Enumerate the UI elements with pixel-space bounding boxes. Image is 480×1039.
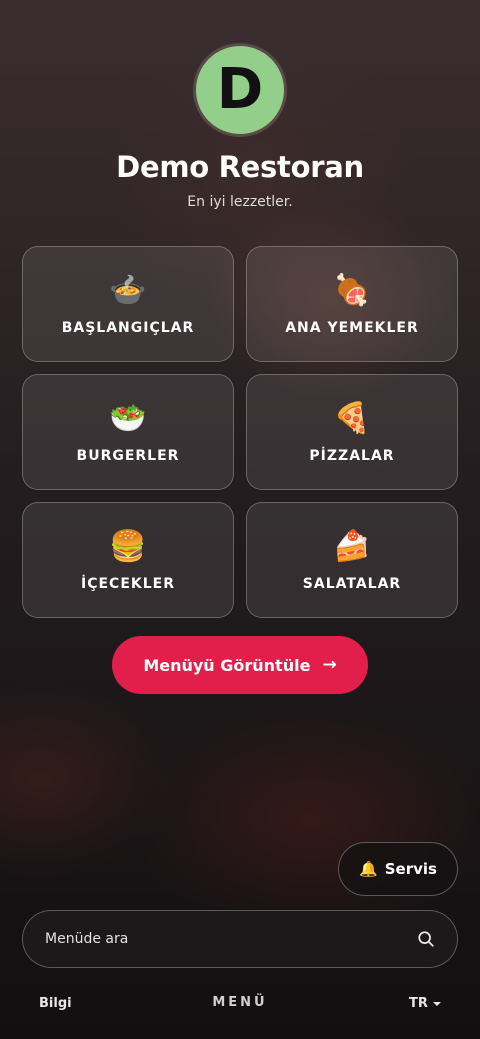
category-card-burgers[interactable]: 🥗 BURGERLER bbox=[22, 374, 234, 490]
search-input[interactable] bbox=[45, 931, 417, 947]
category-label: İÇECEKLER bbox=[81, 576, 175, 592]
category-label: SALATALAR bbox=[302, 576, 402, 592]
bell-icon: 🔔 bbox=[359, 860, 378, 878]
stew-pot-icon: 🍲 bbox=[109, 273, 147, 308]
restaurant-tagline: En iyi lezzetler. bbox=[187, 194, 293, 210]
category-card-drinks[interactable]: 🍔 İÇECEKLER bbox=[22, 502, 234, 618]
category-card-main-dishes[interactable]: 🍖 ANA YEMEKLER bbox=[246, 246, 458, 362]
search-icon[interactable] bbox=[417, 930, 435, 948]
menu-nav-label[interactable]: MENÜ bbox=[0, 995, 480, 1010]
landing-page: D Demo Restoran En iyi lezzetler. 🍲 BAŞL… bbox=[0, 0, 480, 1039]
restaurant-name: Demo Restoran bbox=[116, 150, 364, 184]
menu-search-bar[interactable] bbox=[22, 910, 458, 968]
meat-on-bone-icon: 🍖 bbox=[333, 273, 371, 308]
category-label: PİZZALAR bbox=[309, 448, 395, 464]
call-service-button[interactable]: 🔔 Servis bbox=[338, 842, 458, 896]
category-grid: 🍲 BAŞLANGIÇLAR 🍖 ANA YEMEKLER 🥗 BURGERLE… bbox=[22, 246, 458, 618]
call-service-label: Servis bbox=[384, 860, 437, 878]
category-label: BURGERLER bbox=[76, 448, 180, 464]
hamburger-icon: 🍔 bbox=[109, 529, 147, 564]
category-label: ANA YEMEKLER bbox=[285, 320, 419, 336]
restaurant-logo: D bbox=[193, 43, 287, 137]
category-card-salads[interactable]: 🍰 SALATALAR bbox=[246, 502, 458, 618]
view-menu-label: Menüyü Görüntüle bbox=[143, 655, 311, 675]
category-card-starters[interactable]: 🍲 BAŞLANGIÇLAR bbox=[22, 246, 234, 362]
language-code: TR bbox=[409, 996, 428, 1011]
caret-down-icon bbox=[432, 1002, 441, 1006]
logo-letter: D bbox=[216, 57, 264, 122]
cake-slice-icon: 🍰 bbox=[333, 529, 371, 564]
category-label: BAŞLANGIÇLAR bbox=[61, 320, 195, 336]
arrow-right-icon: → bbox=[322, 655, 337, 675]
bottom-nav: Bilgi MENÜ TR bbox=[0, 990, 480, 1020]
salad-bowl-icon: 🥗 bbox=[109, 401, 147, 436]
view-menu-button[interactable]: Menüyü Görüntüle → bbox=[112, 636, 368, 694]
category-card-pizzas[interactable]: 🍕 PİZZALAR bbox=[246, 374, 458, 490]
pizza-slice-icon: 🍕 bbox=[333, 401, 371, 436]
language-selector[interactable]: TR bbox=[409, 996, 441, 1011]
